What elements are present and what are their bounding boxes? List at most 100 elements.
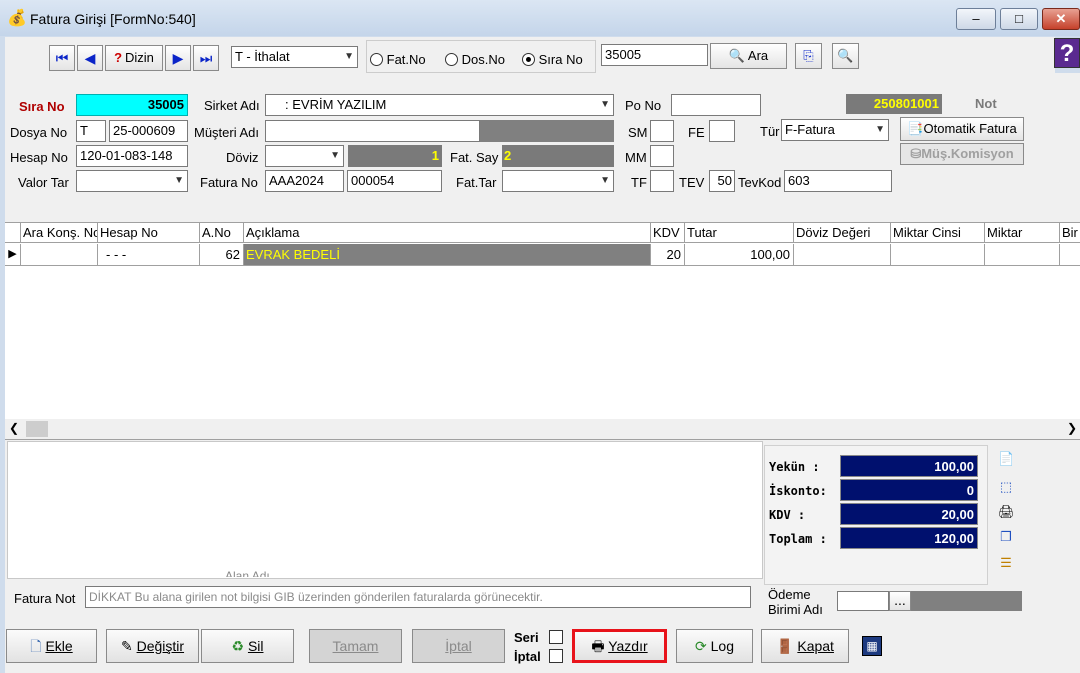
list-icon[interactable]: ☰ <box>998 555 1014 571</box>
copy-button[interactable]: ⎘ <box>795 43 822 69</box>
po-no-field[interactable] <box>671 94 761 116</box>
table-cell[interactable]: 100,00 <box>685 244 794 266</box>
iskonto-value: 0 <box>840 479 978 501</box>
fatura-no-field[interactable]: 000054 <box>347 170 442 192</box>
scroll-thumb[interactable] <box>26 421 48 437</box>
yazdir-button[interactable]: 🖶 Yazdır <box>572 629 667 663</box>
tev-field[interactable]: 50 <box>709 170 735 192</box>
log-clock-icon: ⟳ <box>695 638 707 654</box>
close-button[interactable]: ✕ <box>1042 8 1080 30</box>
dosya-no-label: Dosya No <box>10 125 68 140</box>
fe-label: FE <box>688 125 705 140</box>
grid-header[interactable]: Tutar <box>685 223 794 243</box>
ara-button[interactable]: 🔍 Ara <box>710 43 787 69</box>
ekle-button[interactable]: 🗋 Ekle <box>6 629 97 663</box>
scroll-right-icon[interactable]: ❯ <box>1067 421 1077 435</box>
sira-no-field[interactable]: 35005 <box>76 94 188 116</box>
tevkod-field[interactable]: 603 <box>784 170 892 192</box>
calculator-icon[interactable]: ▦ <box>862 636 882 656</box>
seri-checkbox[interactable] <box>549 630 563 644</box>
table-cell[interactable] <box>1060 244 1080 266</box>
documents-icon: 📑 <box>907 121 924 136</box>
tamam-label: Tamam <box>332 638 379 654</box>
toplam-value: 120,00 <box>840 527 978 549</box>
grid-header[interactable]: Miktar <box>985 223 1060 243</box>
grid-header[interactable]: Döviz Değeri <box>794 223 891 243</box>
invoice-type-value: T - İthalat <box>235 49 290 64</box>
hesap-no-label: Hesap No <box>10 150 68 165</box>
first-record-button[interactable]: ⏮ <box>49 45 75 71</box>
table-cell[interactable] <box>21 244 98 266</box>
hesap-no-field[interactable]: 120-01-083-148 <box>76 145 188 167</box>
tamam-button[interactable]: Tamam <box>309 629 402 663</box>
table-cell[interactable]: - - - <box>98 244 200 266</box>
ekle-label: Ekle <box>45 638 73 654</box>
printer-icon[interactable]: 🖨 <box>998 504 1015 520</box>
otomatik-fatura-button[interactable]: 📑Otomatik Fatura <box>900 117 1024 141</box>
chevron-down-icon: ▼ <box>344 51 354 62</box>
fe-field[interactable] <box>709 120 735 142</box>
grid-header[interactable]: Hesap No <box>98 223 200 243</box>
musteri-adi-field[interactable] <box>265 120 480 142</box>
mus-komisyon-button[interactable]: ⛁Müş.Komisyon <box>900 143 1024 165</box>
add-document-icon[interactable]: 📄 <box>998 451 1014 467</box>
table-cell[interactable] <box>794 244 891 266</box>
tur-select[interactable]: F-Fatura ▼ <box>781 119 889 141</box>
iptal-checkbox[interactable] <box>549 649 563 663</box>
iptal-button[interactable]: İptal <box>412 629 505 663</box>
sm-field[interactable] <box>650 120 674 142</box>
tev-label: TEV <box>679 175 705 190</box>
sirket-adi-select[interactable]: : EVRİM YAZILIM ▼ <box>265 94 614 116</box>
fatura-not-input[interactable]: DİKKAT Bu alana girilen not bilgisi GIB … <box>85 586 751 608</box>
sirket-adi-label: Sirket Adı <box>204 98 260 113</box>
copy-pages-icon[interactable]: ❐ <box>998 529 1014 545</box>
radio-sirano[interactable]: Sıra No <box>522 51 583 67</box>
valor-tar-select[interactable]: ▼ <box>76 170 188 192</box>
minimize-button[interactable]: – <box>956 8 996 30</box>
radio-dosno[interactable]: Dos.No <box>445 51 505 67</box>
yazdir-label: Yazdır <box>608 638 648 654</box>
grid-header[interactable]: A.No <box>200 223 244 243</box>
radio-fatno[interactable]: Fat.No <box>370 51 426 67</box>
grid-header[interactable]: KDV <box>651 223 685 243</box>
preview-button[interactable]: 🔍 <box>832 43 859 69</box>
select-area-icon[interactable]: ⬚ <box>998 479 1014 495</box>
grid-header[interactable]: Ara Konş. No <box>21 223 98 243</box>
dosya-no-prefix[interactable]: T <box>76 120 106 142</box>
help-button[interactable]: ? <box>1054 38 1080 68</box>
degistir-button[interactable]: ✎ Değiştir <box>106 629 199 663</box>
dizin-button[interactable]: ? Dizin <box>105 45 163 71</box>
maximize-button[interactable]: □ <box>1000 8 1038 30</box>
log-button[interactable]: ⟳ Log <box>676 629 753 663</box>
fat-tar-select[interactable]: ▼ <box>502 170 614 192</box>
next-record-button[interactable]: ▶ <box>165 45 191 71</box>
seri-label: Seri <box>514 630 539 645</box>
notes-area[interactable] <box>7 441 763 579</box>
table-cell[interactable]: 62 <box>200 244 244 266</box>
kapat-button[interactable]: 🚪 Kapat <box>761 629 849 663</box>
hidden-field-label: Alan Adı <box>225 569 270 577</box>
scroll-left-icon[interactable]: ❮ <box>9 421 19 435</box>
sil-button[interactable]: ♻ Sil <box>201 629 294 663</box>
odeme-birimi-lookup-button[interactable]: ... <box>889 591 911 611</box>
table-cell[interactable] <box>891 244 985 266</box>
prev-record-button[interactable]: ◀ <box>77 45 103 71</box>
grid-header[interactable]: Bir <box>1060 223 1080 243</box>
doviz-select[interactable]: ▼ <box>265 145 344 167</box>
row-indicator[interactable]: ▶ <box>5 244 21 266</box>
grid-header[interactable]: Miktar Cinsi <box>891 223 985 243</box>
search-input[interactable]: 35005 <box>601 44 708 66</box>
table-cell[interactable] <box>985 244 1060 266</box>
mm-field[interactable] <box>650 145 674 167</box>
table-cell[interactable]: 20 <box>651 244 685 266</box>
invoice-type-select[interactable]: T - İthalat ▼ <box>231 46 358 68</box>
tf-field[interactable] <box>650 170 674 192</box>
dosya-no-field[interactable]: 25-000609 <box>109 120 188 142</box>
odeme-birimi-field[interactable] <box>837 591 889 611</box>
fatura-no-series[interactable]: AAA2024 <box>265 170 344 192</box>
table-cell[interactable]: EVRAK BEDELİ <box>244 244 651 266</box>
doviz-rate: 1 <box>348 145 442 167</box>
horizontal-scrollbar[interactable]: ❮ ❯ <box>5 419 1080 439</box>
last-record-button[interactable]: ⏭ <box>193 45 219 71</box>
grid-header[interactable]: Açıklama <box>244 223 651 243</box>
